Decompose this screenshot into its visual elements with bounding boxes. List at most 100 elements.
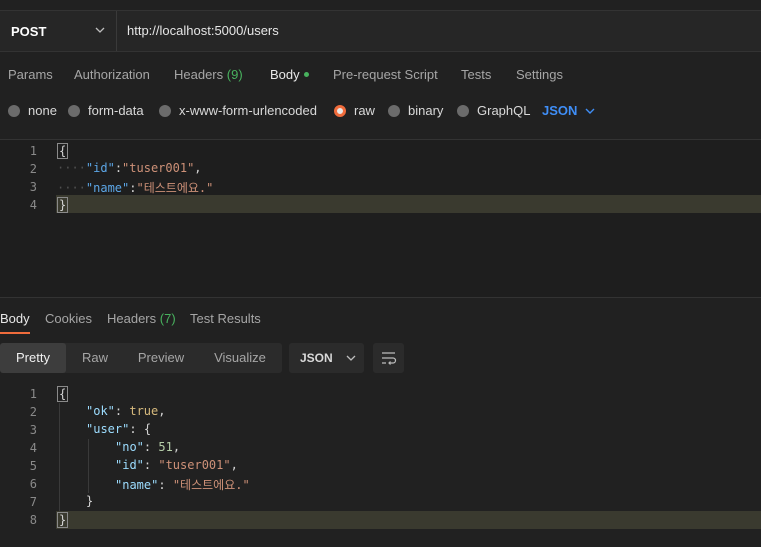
radio-graphql-label: GraphQL (477, 103, 531, 118)
json-key: "ok" (86, 404, 115, 418)
radio-circle-icon (8, 104, 20, 117)
tab-authorization[interactable]: Authorization (74, 67, 150, 82)
radio-circle-icon (159, 104, 171, 117)
json-value: "tuser001" (122, 161, 195, 175)
url-input[interactable]: http://localhost:5000/users (127, 23, 279, 38)
radio-graphql[interactable]: GraphQL (457, 103, 530, 118)
code-line: { (57, 143, 69, 159)
json-key: "name" (115, 478, 159, 492)
response-headers-count: (7) (159, 311, 176, 326)
radio-raw-label: raw (354, 103, 375, 118)
body-format-select[interactable]: JSON (542, 103, 595, 118)
line-number: 8 (29, 513, 37, 527)
json-value: "테스트에요." (136, 181, 214, 195)
line-number: 4 (29, 441, 37, 455)
open-brace: { (57, 143, 69, 159)
open-brace: { (57, 386, 69, 402)
json-value: 51 (158, 440, 173, 454)
line-number: 4 (29, 198, 37, 212)
line-number: 2 (29, 162, 37, 176)
response-format-label: JSON (300, 351, 333, 365)
tab-body[interactable]: Body (270, 67, 309, 82)
code-line: } (57, 197, 69, 213)
json-value: "테스트에요." (172, 478, 250, 492)
code-line: "id": "tuser001", (115, 458, 238, 472)
line-number: 1 (29, 144, 37, 158)
request-bar: POST http://localhost:5000/users (0, 10, 761, 52)
line-number: 1 (29, 387, 37, 401)
wrap-lines-icon (382, 352, 397, 365)
tab-params[interactable]: Params (8, 67, 53, 82)
view-visualize-button[interactable]: Visualize (198, 343, 282, 373)
method-label: POST (11, 23, 47, 39)
response-tab-headers[interactable]: Headers (7) (107, 311, 176, 326)
response-tab-body[interactable]: Body (0, 311, 30, 326)
radio-circle-icon (68, 104, 80, 117)
view-preview-button[interactable]: Preview (124, 343, 198, 373)
line-number: 6 (29, 477, 37, 491)
response-body-viewer: 1 2 3 4 5 6 7 8 { "ok": true, "user": { … (0, 383, 761, 547)
code-line: "ok": true, (86, 404, 166, 418)
code-line: } (86, 494, 93, 508)
chevron-down-icon (585, 108, 595, 114)
radio-raw[interactable]: raw (334, 103, 375, 118)
line-number: 3 (29, 423, 37, 437)
response-format-select[interactable]: JSON (289, 343, 364, 373)
code-line: ····"name":"테스트에요." (57, 181, 214, 195)
indent-guide (88, 439, 89, 493)
code-line: "no": 51, (115, 440, 181, 454)
response-headers-label: Headers (107, 311, 157, 326)
line-number: 5 (29, 459, 37, 473)
json-key: "name" (85, 181, 130, 195)
radio-form-data[interactable]: form-data (68, 103, 144, 118)
line-number: 2 (29, 405, 37, 419)
response-tab-test-results[interactable]: Test Results (190, 311, 261, 326)
close-brace: } (57, 512, 69, 528)
radio-urlencoded-label: x-www-form-urlencoded (179, 103, 317, 118)
radio-none[interactable]: none (8, 103, 57, 118)
tab-headers[interactable]: Headers (9) (174, 67, 243, 82)
code-line: "user": { (86, 422, 152, 436)
radio-form-data-label: form-data (88, 103, 144, 118)
radio-circle-icon (457, 104, 469, 117)
code-line: "name": "테스트에요." (115, 478, 250, 492)
active-tab-indicator (0, 332, 30, 334)
tab-settings[interactable]: Settings (516, 67, 563, 82)
inner-close-brace: } (86, 494, 94, 508)
radio-binary[interactable]: binary (388, 103, 443, 118)
radio-circle-icon (388, 104, 400, 117)
inner-open-brace: { (143, 422, 152, 436)
json-value: true (129, 404, 159, 418)
chevron-down-icon (346, 355, 356, 361)
radio-selected-icon (334, 104, 346, 117)
radio-none-label: none (28, 103, 57, 118)
request-body-editor[interactable]: 1 2 3 4 { ····"id":"tuser001", ····"name… (0, 139, 761, 298)
body-format-label: JSON (542, 103, 578, 118)
view-mode-selector: Pretty Raw Preview Visualize (0, 343, 282, 373)
headers-count: (9) (226, 67, 243, 82)
code-line: ····"id":"tuser001", (57, 161, 202, 175)
wrap-lines-button[interactable] (373, 343, 404, 373)
view-pretty-button[interactable]: Pretty (0, 343, 66, 373)
json-key: "id" (115, 458, 144, 472)
close-brace: } (57, 197, 69, 213)
code-line: { (57, 386, 69, 402)
json-value: "tuser001" (158, 458, 231, 472)
tab-tests[interactable]: Tests (461, 67, 491, 82)
radio-x-www-form-urlencoded[interactable]: x-www-form-urlencoded (159, 103, 317, 118)
current-line-highlight (56, 511, 761, 529)
json-key: "user" (86, 422, 130, 436)
current-line-highlight (56, 195, 761, 213)
method-select[interactable]: POST (0, 11, 117, 51)
tab-pre-request-script[interactable]: Pre-request Script (333, 67, 438, 82)
code-line: } (57, 512, 69, 528)
indent-guide (59, 403, 60, 511)
tab-body-label: Body (270, 67, 300, 82)
response-tab-cookies[interactable]: Cookies (45, 311, 92, 326)
view-raw-button[interactable]: Raw (66, 343, 124, 373)
radio-binary-label: binary (408, 103, 444, 118)
chevron-down-icon (95, 27, 105, 33)
line-number: 3 (29, 180, 37, 194)
modified-dot-icon (303, 72, 309, 78)
tab-headers-label: Headers (174, 67, 224, 82)
